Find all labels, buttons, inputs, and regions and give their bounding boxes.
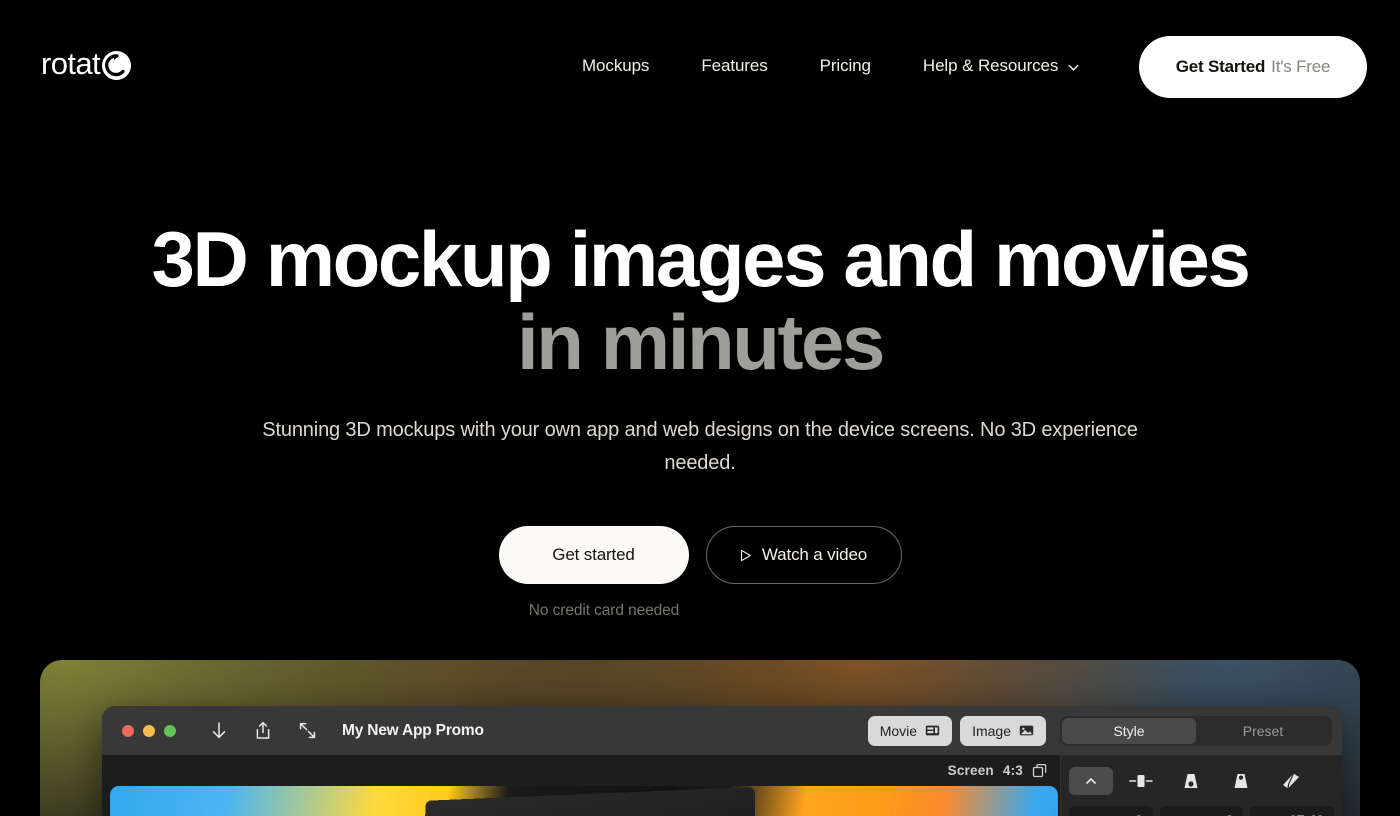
shape-skew-icon[interactable]	[1269, 767, 1313, 795]
titlebar-right-controls: Movie Image Style Preset	[867, 706, 1332, 755]
close-window-icon[interactable]	[122, 724, 134, 737]
logo[interactable]: rotat	[41, 46, 132, 81]
tab-style[interactable]: Style	[1062, 717, 1196, 744]
document-title[interactable]: My New App Promo	[342, 722, 484, 740]
cta-light-label: It's Free	[1271, 57, 1331, 76]
watch-video-label: Watch a video	[761, 545, 868, 565]
canvas-column: Screen 4:3	[102, 755, 1060, 816]
movie-label: Movie	[879, 722, 918, 739]
headline-muted: in minutes	[516, 297, 885, 386]
traffic-lights	[122, 724, 176, 737]
cube-rotate-icon[interactable]	[1032, 763, 1048, 779]
headline-main: 3D mockup images and movies	[151, 215, 1251, 303]
hero-section: 3D mockup images and movies in minutes S…	[0, 218, 1400, 620]
logo-text: rotat	[41, 46, 101, 81]
style-side-panel: 0 -2 17.42	[1060, 755, 1342, 816]
get-started-button[interactable]: Get started	[498, 526, 689, 585]
app-body: Screen 4:3	[102, 755, 1342, 816]
nav-item-mockups[interactable]: Mockups	[556, 48, 675, 84]
nav-label: Help & Resources	[922, 56, 1059, 75]
watch-video-button[interactable]: Watch a video	[705, 526, 902, 585]
image-label: Image	[972, 722, 1011, 739]
film-icon	[925, 724, 940, 737]
mockup-preview-canvas[interactable]	[110, 786, 1058, 816]
collapse-chevron-up-icon[interactable]	[1069, 767, 1113, 795]
picture-icon	[1019, 724, 1034, 737]
expand-arrows-icon[interactable]	[294, 718, 320, 744]
image-mode-button[interactable]: Image	[960, 715, 1046, 746]
minimize-window-icon[interactable]	[143, 724, 155, 737]
nav-label: Pricing	[819, 56, 871, 75]
value-field-y[interactable]: -2	[1159, 806, 1244, 816]
rotate-circle-icon	[101, 50, 132, 81]
shape-trapezoid-top-icon[interactable]	[1219, 767, 1263, 795]
canvas-toolbar: Screen 4:3	[102, 755, 1060, 786]
value-field-x[interactable]: 0	[1069, 806, 1153, 816]
download-arrow-icon[interactable]	[206, 718, 232, 744]
movie-mode-button[interactable]: Movie	[867, 715, 953, 746]
transform-value-fields: 0 -2 17.42	[1069, 806, 1335, 816]
maximize-window-icon[interactable]	[164, 724, 176, 737]
share-icon[interactable]	[250, 718, 276, 744]
hero-cta-row: Get started Watch a video	[0, 526, 1400, 585]
get-started-header-button[interactable]: Get Started It's Free	[1139, 36, 1367, 98]
cta-bold-label: Get Started	[1175, 57, 1266, 76]
hero-subtitle: Stunning 3D mockups with your own app an…	[262, 419, 1138, 474]
aspect-ratio-label: 4:3	[1002, 763, 1023, 778]
play-triangle-icon	[740, 549, 752, 562]
style-preset-segmented-control: Style Preset	[1060, 715, 1332, 746]
app-showcase-container: My New App Promo Movie Image Style Prese…	[40, 660, 1360, 816]
app-window: My New App Promo Movie Image Style Prese…	[102, 706, 1342, 816]
3d-device-model	[417, 786, 756, 816]
nav-item-help-resources[interactable]: Help & Resources	[897, 48, 1106, 84]
main-navigation: Mockups Features Pricing Help & Resource…	[556, 48, 1106, 84]
horizontal-align-icon[interactable]	[1119, 767, 1163, 795]
value-field-z[interactable]: 17.42	[1250, 806, 1335, 816]
page-title: 3D mockup images and movies in minutes	[0, 218, 1400, 383]
landing-page: rotat Mockups Features Pricing Help & Re…	[0, 0, 1400, 816]
transform-tool-row	[1069, 764, 1334, 798]
app-titlebar: My New App Promo Movie Image Style Prese…	[102, 706, 1342, 755]
tab-preset[interactable]: Preset	[1196, 718, 1330, 744]
titlebar-icons	[206, 718, 320, 744]
site-header: rotat Mockups Features Pricing Help & Re…	[0, 0, 1400, 135]
nav-item-pricing[interactable]: Pricing	[794, 48, 897, 84]
shape-trapezoid-bottom-icon[interactable]	[1169, 767, 1213, 795]
nav-label: Mockups	[582, 56, 650, 75]
nav-label: Features	[701, 56, 768, 75]
nav-item-features[interactable]: Features	[675, 48, 793, 84]
screen-label: Screen	[947, 763, 994, 778]
no-credit-card-note: No credit card needed	[528, 602, 680, 620]
chevron-down-icon	[1067, 61, 1080, 74]
